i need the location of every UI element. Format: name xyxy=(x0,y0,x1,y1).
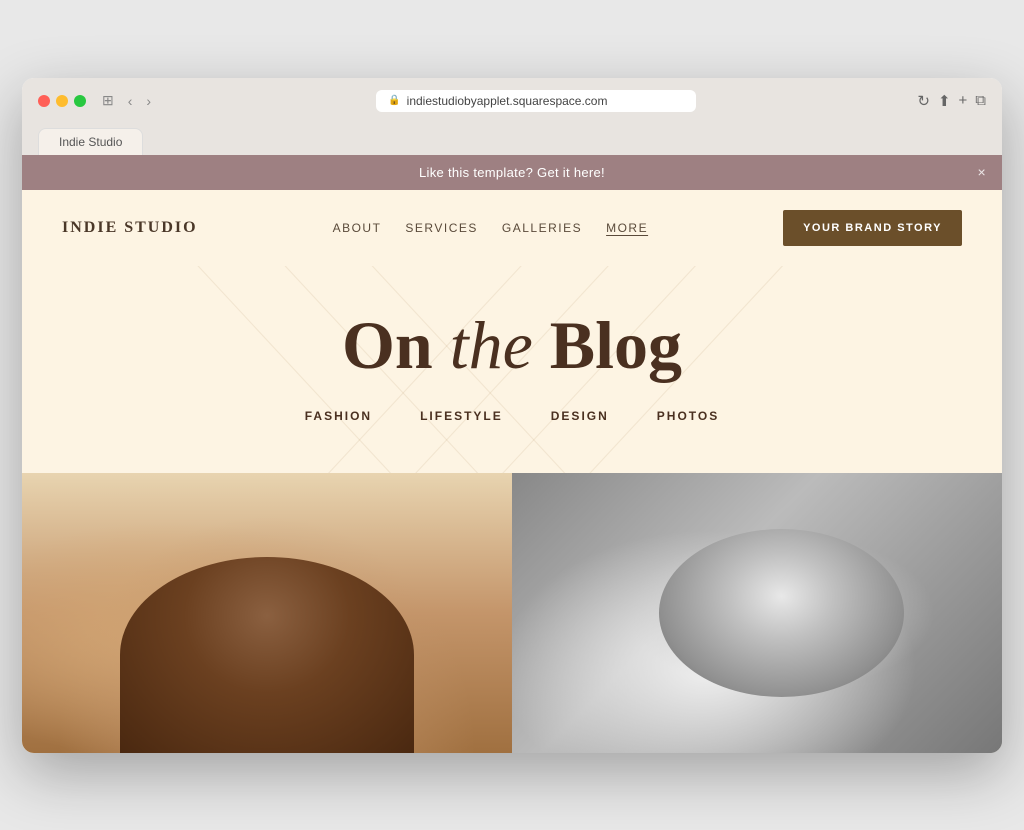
hero-section: On the Blog FASHION LIFESTYLE DESIGN PHO… xyxy=(22,266,1002,473)
cta-button[interactable]: YOUR BRAND STORY xyxy=(783,210,962,246)
browser-tab-bar: Indie Studio xyxy=(38,128,986,155)
minimize-button[interactable] xyxy=(56,95,68,107)
address-bar[interactable]: 🔒 indiestudiobyapplet.squarespace.com xyxy=(376,90,696,112)
browser-top-bar: ⊞ ‹ › 🔒 indiestudiobyapplet.squarespace.… xyxy=(38,90,986,120)
hero-title: On the Blog xyxy=(62,306,962,385)
back-icon[interactable]: ‹ xyxy=(124,91,137,111)
nav-about[interactable]: ABOUT xyxy=(333,221,382,235)
blog-post-image-right[interactable] xyxy=(512,473,1002,753)
browser-controls: ⊞ ‹ › xyxy=(98,90,155,111)
nav-galleries[interactable]: GALLERIES xyxy=(502,221,582,235)
browser-tab[interactable]: Indie Studio xyxy=(38,128,143,155)
new-tab-icon[interactable]: + xyxy=(959,92,968,110)
nav-more[interactable]: MORE xyxy=(606,221,648,235)
category-design[interactable]: DESIGN xyxy=(551,409,609,423)
announcement-banner: Like this template? Get it here! × xyxy=(22,155,1002,190)
browser-window: ⊞ ‹ › 🔒 indiestudiobyapplet.squarespace.… xyxy=(22,78,1002,753)
duplicate-icon[interactable]: ⧉ xyxy=(975,92,986,110)
refresh-icon[interactable]: ↻ xyxy=(917,92,930,110)
hero-title-prefix: On xyxy=(342,307,450,383)
category-lifestyle[interactable]: LIFESTYLE xyxy=(420,409,503,423)
browser-chrome: ⊞ ‹ › 🔒 indiestudiobyapplet.squarespace.… xyxy=(22,78,1002,155)
banner-close-button[interactable]: × xyxy=(978,164,986,180)
url-text: indiestudiobyapplet.squarespace.com xyxy=(407,94,608,108)
tab-grid-icon[interactable]: ⊞ xyxy=(98,90,118,111)
warm-photo xyxy=(22,473,512,753)
maximize-button[interactable] xyxy=(74,95,86,107)
blog-posts-grid xyxy=(22,473,1002,753)
share-icon[interactable]: ⬆ xyxy=(938,92,951,110)
banner-text: Like this template? Get it here! xyxy=(419,165,605,180)
forward-icon[interactable]: › xyxy=(142,91,155,111)
image-grid xyxy=(22,473,1002,753)
blog-categories: FASHION LIFESTYLE DESIGN PHOTOS xyxy=(62,409,962,423)
close-button[interactable] xyxy=(38,95,50,107)
hero-title-italic: the xyxy=(450,307,533,383)
category-fashion[interactable]: FASHION xyxy=(305,409,372,423)
hero-title-suffix: Blog xyxy=(533,307,682,383)
traffic-lights xyxy=(38,95,86,107)
bw-photo xyxy=(512,473,1002,753)
category-photos[interactable]: PHOTOS xyxy=(657,409,719,423)
site-logo[interactable]: INDIE STUDIO xyxy=(62,219,198,237)
lock-icon: 🔒 xyxy=(388,95,400,106)
browser-actions: ↻ ⬆ + ⧉ xyxy=(917,92,986,110)
nav-services[interactable]: SERVICES xyxy=(405,221,477,235)
nav-links: ABOUT SERVICES GALLERIES MORE xyxy=(333,221,649,235)
blog-post-image-left[interactable] xyxy=(22,473,512,753)
main-navigation: INDIE STUDIO ABOUT SERVICES GALLERIES MO… xyxy=(22,190,1002,266)
address-bar-container: 🔒 indiestudiobyapplet.squarespace.com xyxy=(167,90,905,112)
website-content: Like this template? Get it here! × INDIE… xyxy=(22,155,1002,753)
